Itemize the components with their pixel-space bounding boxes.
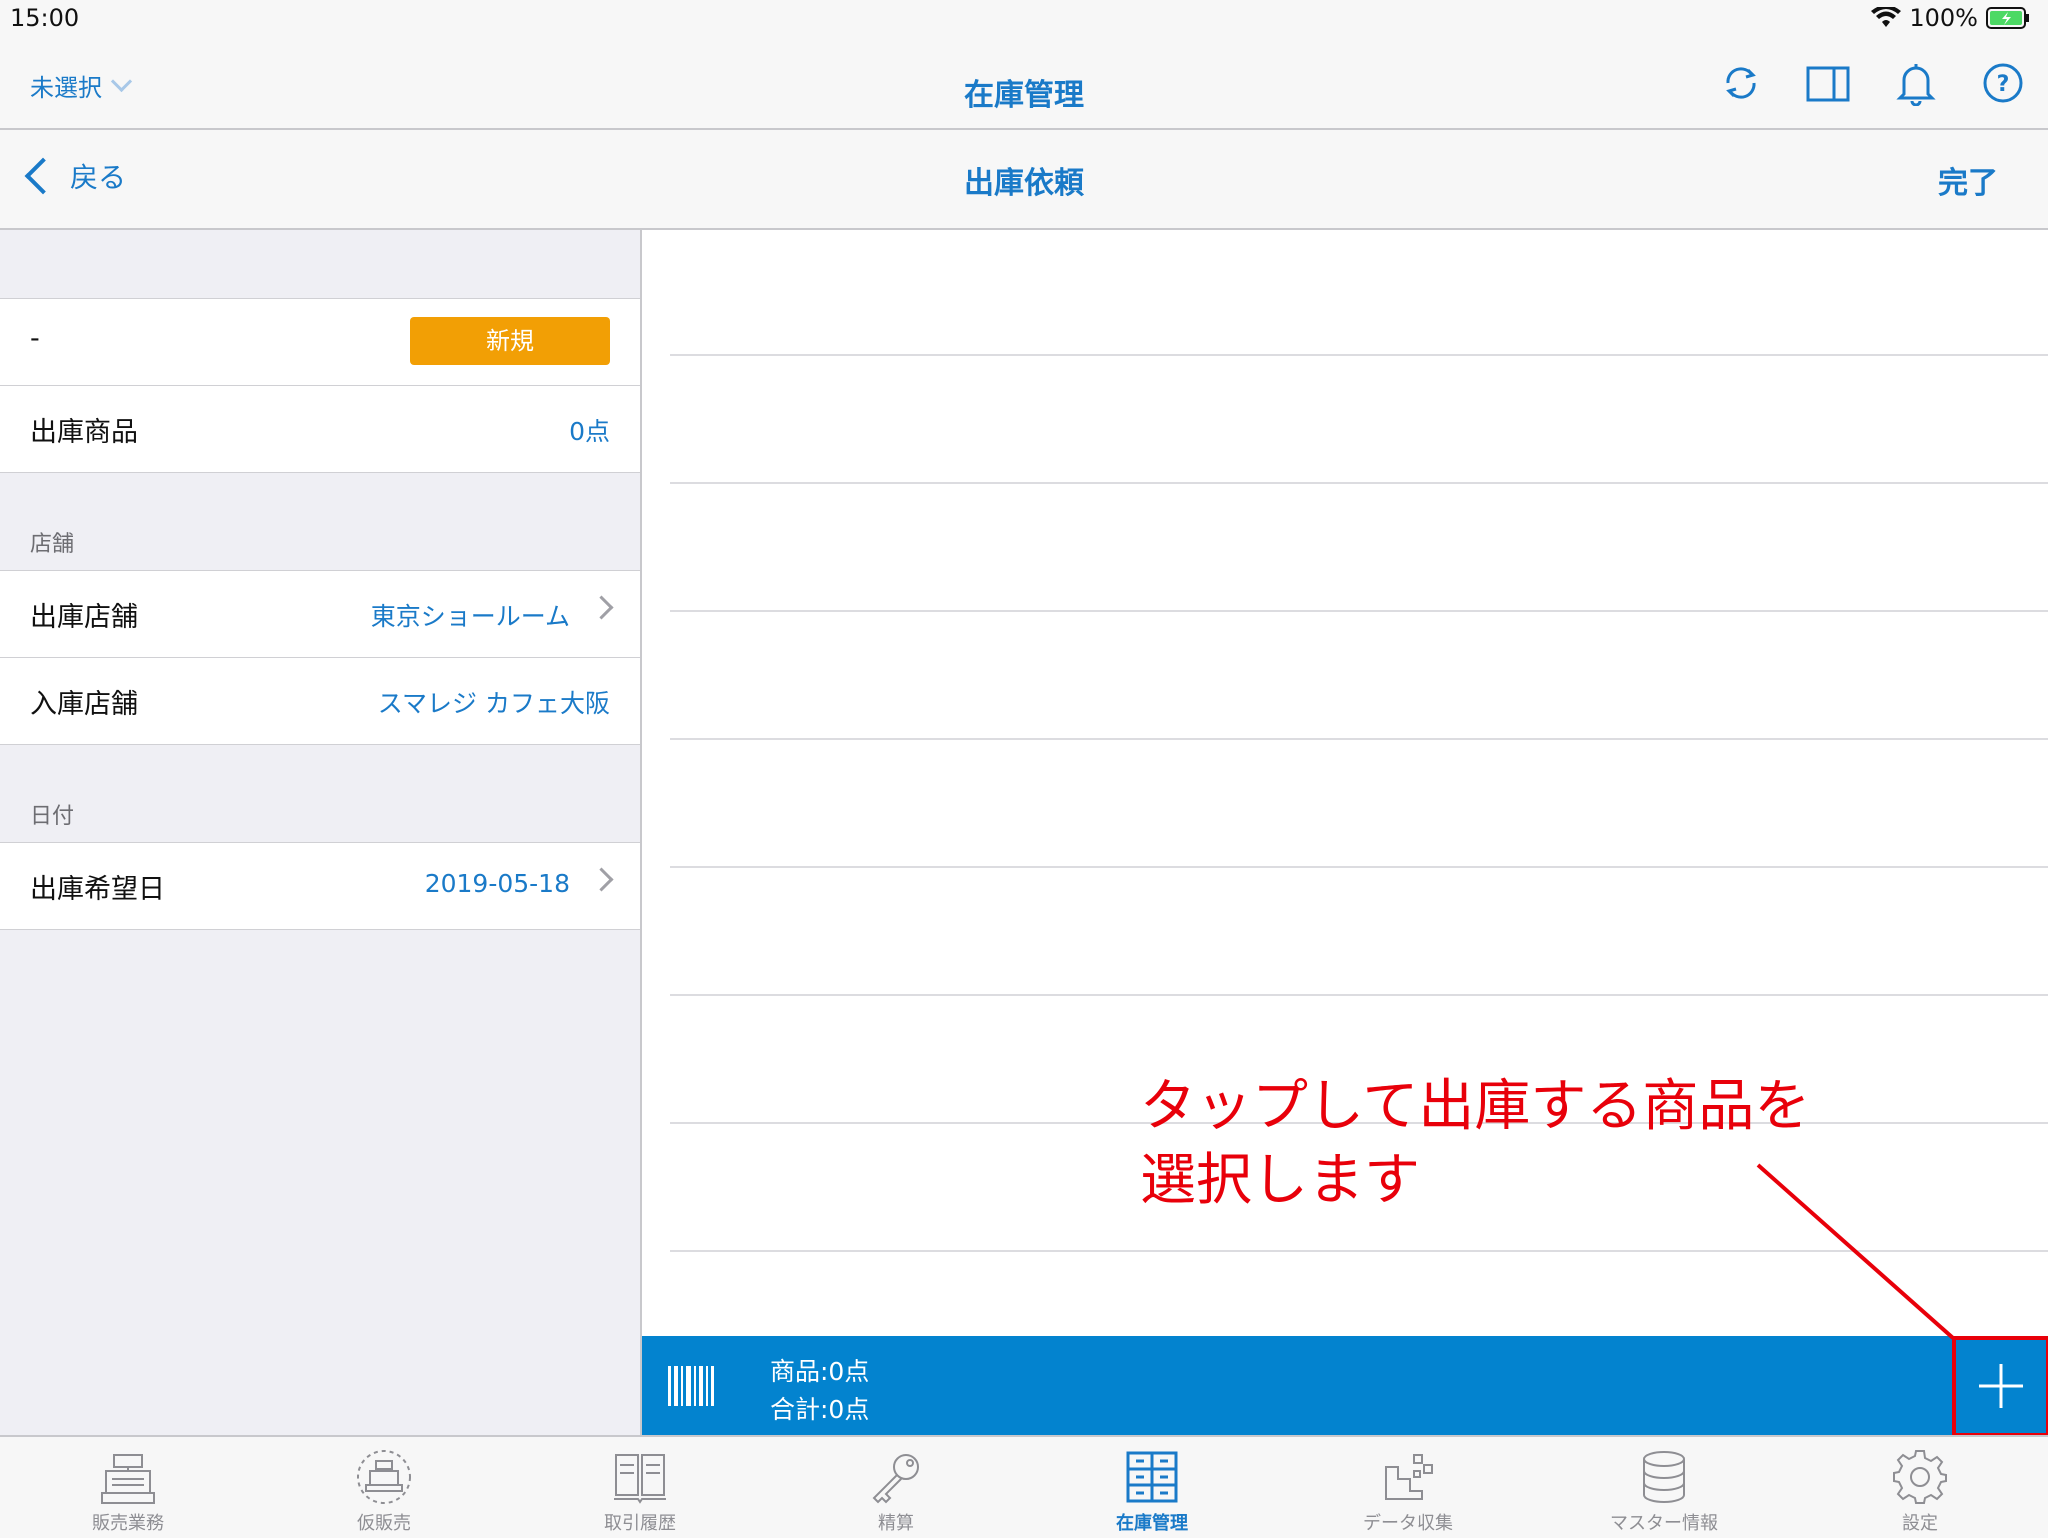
svg-text:?: ? — [1997, 72, 2010, 97]
tab-settlement[interactable]: 精算 — [768, 1437, 1024, 1538]
request-row: - 新規 — [0, 298, 640, 386]
barcode-icon[interactable] — [668, 1366, 714, 1406]
section-header-store: 店舗 — [30, 532, 75, 557]
tab-data-collection[interactable]: データ収集 — [1280, 1437, 1536, 1538]
temp-register-icon — [357, 1450, 411, 1504]
tab-label: 精算 — [878, 1513, 914, 1534]
request-number: - — [30, 323, 40, 354]
status-right: 100% — [1871, 4, 2030, 32]
summary-bar: 商品:0点 合計:0点 — [642, 1336, 2048, 1437]
list-separator — [670, 994, 2048, 996]
tab-label: マスター情報 — [1610, 1513, 1718, 1534]
section-header-date: 日付 — [30, 804, 75, 829]
from-store-row[interactable]: 出庫店舗 東京ショールーム — [0, 570, 640, 658]
split-view-icon[interactable] — [1806, 66, 1850, 102]
date-row[interactable]: 出庫希望日 2019-05-18 — [0, 842, 640, 930]
battery-percent: 100% — [1909, 4, 1978, 32]
date-label: 出庫希望日 — [30, 874, 165, 905]
sub-nav: 戻る 出庫依頼 完了 — [0, 130, 2048, 230]
tab-label: 仮販売 — [357, 1513, 411, 1534]
status-bar: 15:00 100% — [0, 0, 2048, 40]
list-separator — [670, 1250, 2048, 1252]
register-icon — [101, 1454, 155, 1504]
data-collection-icon — [1385, 1454, 1433, 1500]
total-count: 合計:0点 — [770, 1395, 870, 1424]
date-value: 2019-05-18 — [424, 869, 570, 898]
sync-icon[interactable] — [1720, 62, 1762, 104]
chevron-right-icon — [589, 867, 614, 892]
list-separator — [670, 482, 2048, 484]
chevron-right-icon — [589, 595, 614, 620]
tab-bar: 販売業務 仮販売 取引履歴 精算 在庫管理 データ収集 マスター情報 設定 — [0, 1435, 2048, 1538]
key-icon — [872, 1454, 919, 1504]
annotation-text: タップして出庫する商品を 選択します — [1140, 1070, 1810, 1218]
tab-master[interactable]: マスター情報 — [1536, 1437, 1792, 1538]
list-separator — [670, 738, 2048, 740]
tab-sales[interactable]: 販売業務 — [0, 1437, 256, 1538]
detail-pane: - 新規 出庫商品 0点 店舗 出庫店舗 東京ショールーム 入庫店舗 スマレジ … — [0, 230, 642, 1435]
battery-icon — [1986, 7, 2029, 29]
gear-icon — [1893, 1450, 1947, 1504]
add-item-button[interactable] — [1952, 1336, 2048, 1437]
done-button[interactable]: 完了 — [1938, 158, 1998, 202]
tab-settings[interactable]: 設定 — [1792, 1437, 2048, 1538]
from-store-label: 出庫店舗 — [30, 602, 138, 633]
to-store-row: 入庫店舗 スマレジ カフェ大阪 — [0, 657, 640, 745]
status-badge: 新規 — [410, 317, 610, 365]
to-store-value: スマレジ カフェ大阪 — [377, 689, 610, 718]
product-count: 商品:0点 — [770, 1357, 870, 1386]
list-separator — [670, 354, 2048, 356]
tab-history[interactable]: 取引履歴 — [512, 1437, 768, 1538]
page-title: 出庫依頼 — [964, 166, 1084, 201]
tab-inventory[interactable]: 在庫管理 — [1024, 1437, 1280, 1538]
list-separator — [670, 610, 2048, 612]
status-time: 15:00 — [10, 4, 80, 32]
items-value: 0点 — [569, 417, 610, 446]
tab-temp-sales[interactable]: 仮販売 — [256, 1437, 512, 1538]
wifi-icon — [1871, 7, 1902, 27]
items-label: 出庫商品 — [30, 417, 138, 448]
help-icon[interactable]: ? — [1982, 62, 2024, 104]
tab-label: 在庫管理 — [1116, 1513, 1188, 1534]
inventory-icon — [1126, 1451, 1178, 1503]
annotation-line-1: タップして出庫する商品を — [1140, 1074, 1811, 1139]
annotation-line-2: 選択します — [1140, 1148, 1420, 1213]
top-nav: 未選択 在庫管理 ? — [0, 40, 2048, 130]
tab-label: データ収集 — [1363, 1513, 1453, 1534]
to-store-label: 入庫店舗 — [30, 689, 138, 720]
plus-icon — [1979, 1364, 2023, 1408]
book-icon — [614, 1454, 666, 1504]
items-row: 出庫商品 0点 — [0, 385, 640, 473]
tab-label: 取引履歴 — [604, 1513, 676, 1534]
bell-icon[interactable] — [1896, 60, 1936, 106]
list-separator — [670, 866, 2048, 868]
from-store-value: 東京ショールーム — [370, 602, 570, 631]
database-icon — [1643, 1451, 1685, 1503]
tab-label: 設定 — [1902, 1513, 1938, 1534]
tab-label: 販売業務 — [92, 1513, 164, 1534]
